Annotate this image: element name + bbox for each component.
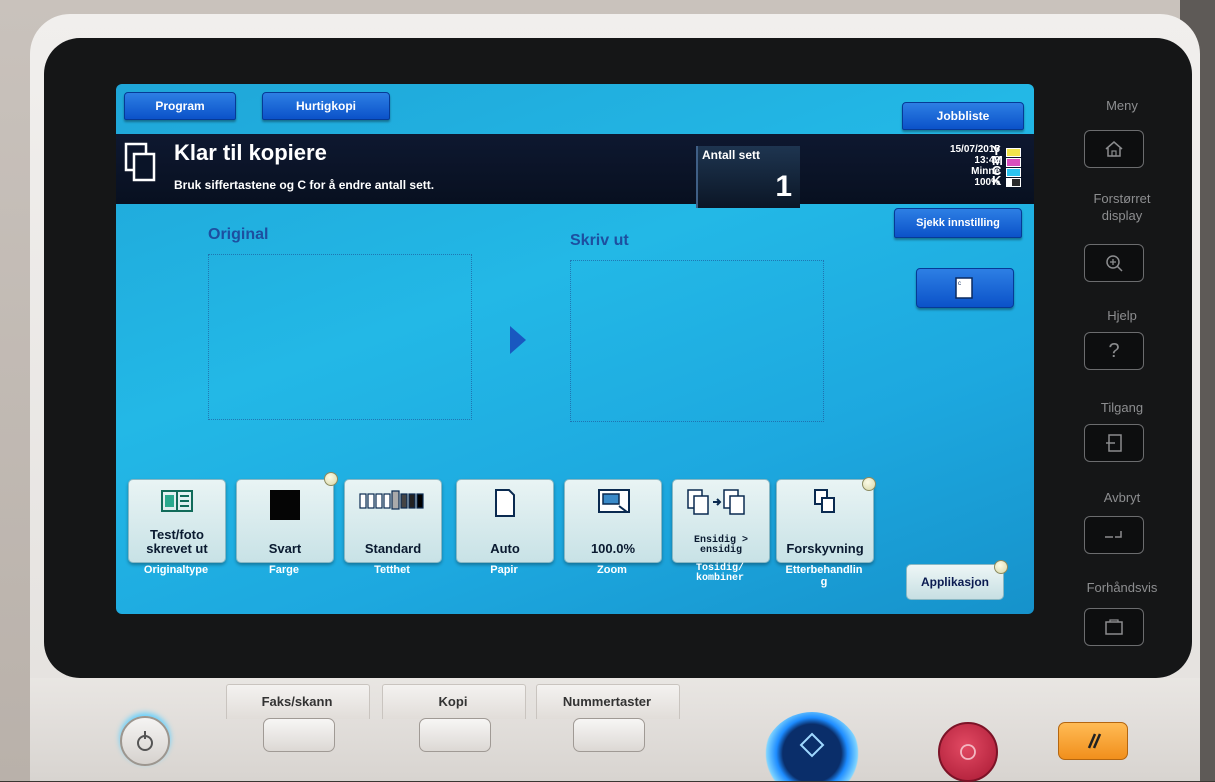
zoom-button[interactable]: 100.0% [564, 479, 662, 563]
keypad-label: Nummertaster [562, 694, 652, 709]
preview-icon [1105, 619, 1123, 635]
paper-button[interactable]: Auto [456, 479, 554, 563]
reset-icon [1087, 733, 1102, 749]
copy-count-display[interactable]: Antall sett 1 [696, 146, 800, 208]
duplex-value: Ensidig > ensidig [693, 535, 748, 556]
status-panel: 15/07/2015 13:42 Minne 100% Y M C K [880, 142, 1030, 202]
output-label: Skriv ut [570, 232, 629, 249]
interrupt-icon [1105, 531, 1122, 538]
touch-screen: Program Hurtigkopi Jobbliste Klar til ko… [116, 84, 1034, 614]
density-icon [359, 490, 424, 510]
density-value: Standard [364, 541, 422, 556]
density-button[interactable]: Standard [344, 479, 442, 563]
toner-k-letter: K [992, 173, 1002, 188]
magnify-label: Forstørret display [1093, 191, 1151, 223]
original-preview-area [208, 254, 472, 420]
page-subtitle: Bruk siffertastene og C for å endre anta… [174, 178, 435, 192]
reset-button[interactable] [1058, 722, 1128, 760]
duplex-button[interactable]: Ensidig > ensidig [672, 479, 770, 563]
menu-label: Meny [1106, 98, 1138, 113]
home-icon [1105, 141, 1123, 157]
finishing-indicator-dot [862, 477, 876, 491]
job-list-button[interactable]: Jobbliste [902, 102, 1024, 130]
page-orientation-icon: c [955, 277, 973, 299]
stop-icon [960, 744, 976, 760]
toner-y-level [1006, 148, 1021, 157]
application-button[interactable]: Applikasjon [906, 564, 1004, 600]
color-button[interactable]: Svart [236, 479, 334, 563]
zoom-in-icon [1106, 255, 1123, 272]
color-indicator-dot [324, 472, 338, 486]
duplex-caption: Tosidig/ kombiner [695, 563, 744, 584]
original-type-value: Test/foto skrevet ut [146, 527, 208, 556]
zoom-icon [598, 489, 630, 513]
original-type-button[interactable]: Test/foto skrevet ut [128, 479, 226, 563]
help-button[interactable]: ? [1084, 332, 1144, 370]
access-label: Tilgang [1100, 400, 1144, 415]
copy-button[interactable] [419, 718, 491, 752]
paper-value: Auto [490, 541, 520, 556]
color-caption: Farge [269, 564, 299, 576]
output-preview-area [570, 260, 824, 422]
finishing-caption: Etterbehandlin g [785, 564, 863, 588]
orientation-button[interactable]: c [916, 268, 1014, 308]
copy-label: Kopi [438, 694, 468, 709]
power-save-button[interactable] [120, 716, 170, 766]
start-icon [799, 732, 825, 758]
arrow-right-icon [510, 326, 526, 354]
svg-text:c: c [958, 281, 961, 287]
application-indicator-dot [994, 560, 1008, 574]
preview-button[interactable] [1084, 608, 1144, 646]
finishing-icon [814, 489, 835, 513]
fax-scan-button[interactable] [263, 718, 335, 752]
color-value: Svart [268, 541, 302, 556]
menu-button[interactable] [1084, 130, 1144, 168]
interrupt-label: Avbryt [1103, 490, 1141, 505]
help-icon: ? [1108, 339, 1120, 362]
interrupt-button[interactable] [1084, 516, 1144, 554]
keypad-button[interactable] [573, 718, 645, 752]
access-icon [1106, 434, 1122, 452]
zoom-caption: Zoom [597, 564, 627, 576]
tab-hurtigkopi[interactable]: Hurtigkopi [262, 92, 390, 120]
toner-k-level [1006, 178, 1021, 187]
copy-icon [124, 142, 156, 182]
zoom-value: 100.0% [590, 541, 636, 556]
original-type-caption: Originaltype [143, 564, 209, 576]
copy-count-value: 1 [775, 170, 792, 203]
duplex-icon [687, 489, 745, 515]
original-label: Original [208, 226, 269, 243]
paper-icon [495, 489, 515, 517]
check-settings-button[interactable]: Sjekk innstilling [894, 208, 1022, 238]
magnify-button[interactable] [1084, 244, 1144, 282]
stop-button[interactable] [938, 722, 998, 782]
color-black-icon [270, 490, 300, 520]
page-title: Klar til kopiere [174, 140, 327, 165]
paper-caption: Papir [490, 564, 518, 576]
copy-count-label: Antall sett [702, 148, 761, 162]
density-caption: Tetthet [374, 564, 410, 576]
toner-c-level [1006, 168, 1021, 177]
tab-program[interactable]: Program [124, 92, 236, 120]
preview-label: Forhåndsvis [1086, 580, 1158, 595]
fax-scan-label: Faks/skann [261, 694, 333, 709]
finishing-value: Forskyvning [786, 541, 864, 556]
toner-m-level [1006, 158, 1021, 167]
access-button[interactable] [1084, 424, 1144, 462]
help-label: Hjelp [1107, 308, 1137, 323]
power-save-icon [137, 731, 153, 751]
finishing-button[interactable]: Forskyvning [776, 479, 874, 563]
original-type-icon [161, 490, 193, 512]
